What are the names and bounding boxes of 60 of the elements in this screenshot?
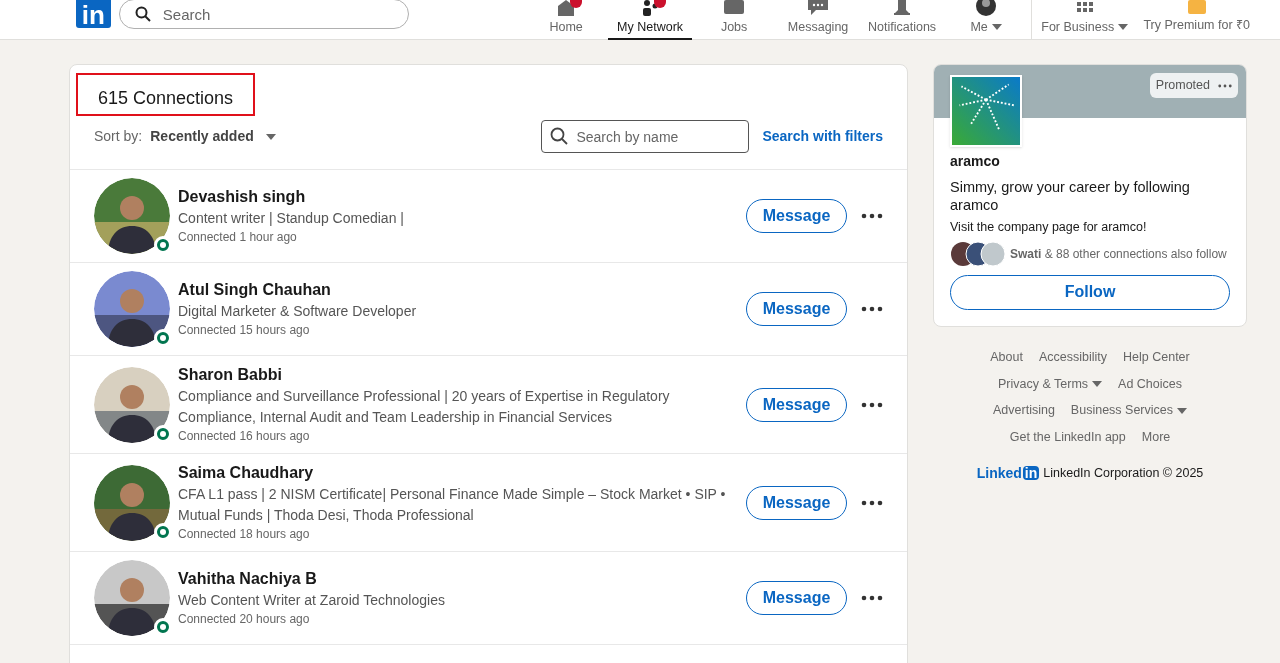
connection-headline: Web Content Writer at Zaroid Technologies [178,591,446,610]
nav-tab[interactable]: Notifications [860,0,945,40]
nav-tab[interactable]: Home [524,0,609,40]
connection-name[interactable]: Devashish singh [178,186,736,208]
more-options-icon[interactable] [861,595,883,601]
connections-heading: 615 Connections [76,73,256,116]
search-by-name-field[interactable]: Search by name [541,120,750,153]
footer-link[interactable]: Ad Choices [1118,374,1182,394]
search-field[interactable]: Search [118,0,410,29]
promoted-badge: Promoted [1149,73,1238,98]
more-options-icon[interactable] [861,213,883,219]
connected-time: Connected 16 hours ago [178,428,311,445]
sort-label: Sort by: [94,127,143,146]
connected-time: Connected 1 hour ago [178,229,298,246]
nav-tab[interactable]: My Network [608,0,693,40]
footer-link[interactable]: Accessibility [1038,347,1107,367]
premium-icon [1187,0,1206,14]
footer-link[interactable]: Advertising [993,401,1055,420]
connection-headline: CFA L1 pass | 2 NISM Certificate| Personal Finance Made Simple – Stock Market • SIP • Mutual Funds | Thoda Desi, Thoda Professional [178,485,727,525]
connection-name[interactable]: Sharon Babbi [178,364,736,386]
copyright-text: LinkedIn Corporation © 2025 [1043,464,1204,482]
connection-name[interactable]: Saima Chaudhary [178,462,736,484]
connection-name[interactable]: Vahitha Nachiya B [178,568,736,590]
ad-subtext: Visit the company page for aramco! [950,219,1148,236]
linkedin-wordmark: Linked in [976,463,1040,484]
logo[interactable]: in [76,0,111,28]
more-options-icon[interactable] [861,499,883,506]
connected-time: Connected 15 hours ago [178,322,311,339]
company-logo-icon[interactable] [950,75,1022,147]
connection-headline: Digital Marketer & Software Developer [178,302,418,321]
connection-headline: Compliance and Surveillance Professional | 20 years of Expertise in Regulatory Compliance, Internal Audit and Team Leadership in Financial Services [178,387,671,427]
more-options-icon[interactable] [1218,83,1232,88]
premium-link[interactable]: Try Premium for ₹0 [1143,0,1250,40]
connected-time: Connected 20 hours ago [178,611,311,628]
follower-avatars-icon [950,240,1006,267]
connection-name[interactable]: Atul Singh Chauhan [178,279,736,301]
nav-tab[interactable]: Messaging [776,0,861,40]
footer-link[interactable]: More [1141,428,1171,447]
caret-icon [265,133,276,140]
footer-link[interactable]: About [990,347,1023,367]
footer-link[interactable]: Business Services [1070,401,1187,420]
footer-link[interactable]: Privacy & Terms [998,374,1103,394]
search-with-filters-link[interactable]: Search with filters [762,126,883,147]
more-options-icon[interactable] [861,401,883,408]
footer-link[interactable]: Get the LinkedIn app [1009,428,1126,447]
briefcase-icon [722,0,747,16]
ad-headline: Simmy, grow your career by following aramco [950,178,1191,214]
nav-tab[interactable]: Jobs [692,0,777,40]
sort-dropdown[interactable]: Recently added [150,126,276,147]
connection-headline: Content writer | Standup Comedian | [178,209,405,228]
more-options-icon[interactable] [861,306,883,312]
search-icon [134,6,151,22]
footer-link[interactable]: Help Center [1123,347,1190,367]
search-icon [550,127,569,145]
avatar-icon [976,0,997,16]
for-business-menu[interactable]: For Business [1032,0,1138,40]
company-name[interactable]: aramco [950,151,1230,172]
nav-tab[interactable]: Me [944,0,1029,40]
follower-summary: Swati & 88 other connections also follow [1010,245,1228,262]
connected-time: Connected 18 hours ago [178,526,311,543]
